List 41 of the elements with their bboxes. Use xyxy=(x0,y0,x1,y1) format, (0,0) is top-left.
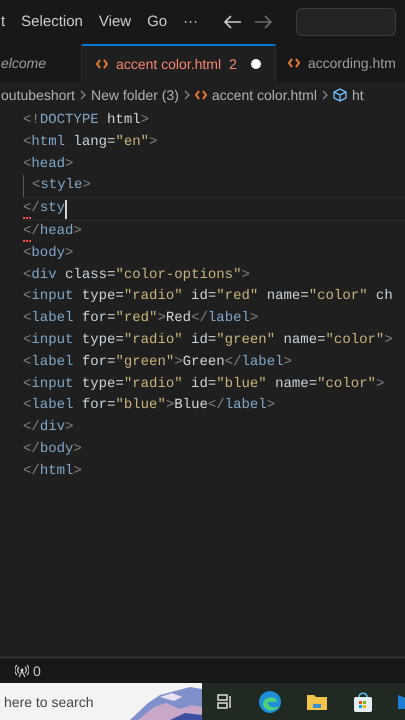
html-file-icon xyxy=(194,90,207,100)
breadcrumb-item[interactable]: New folder (3) xyxy=(90,84,179,106)
problem-count: 2 xyxy=(229,54,237,74)
store-icon[interactable] xyxy=(352,690,374,712)
breadcrumb-item[interactable]: ht xyxy=(352,84,364,106)
task-view-icon[interactable] xyxy=(216,692,234,710)
code-line: <label for="blue">Blue</label> xyxy=(23,396,276,416)
editor-tab[interactable]: accent color.html 2 xyxy=(82,44,276,82)
code-line: <input type="radio" id="green" name="color"> xyxy=(23,330,393,350)
code-line: </html> xyxy=(23,462,82,481)
code-line: <style> xyxy=(32,176,91,196)
broadcast-icon[interactable] xyxy=(15,664,29,678)
back-arrow-icon[interactable] xyxy=(224,15,242,29)
code-line: </body> xyxy=(23,440,82,459)
code-line: <head> xyxy=(23,154,74,174)
code-line: <div class="color-options"> xyxy=(23,266,250,285)
chevron-right-icon xyxy=(322,90,328,100)
menu-item[interactable]: ··· xyxy=(183,10,198,34)
code-line: </div> xyxy=(23,418,74,438)
chevron-right-icon xyxy=(80,90,86,100)
code-line: </sty xyxy=(23,199,66,218)
command-center-field[interactable] xyxy=(296,8,396,36)
menu-item[interactable]: t xyxy=(1,10,6,34)
menu-item[interactable]: Go xyxy=(147,10,168,34)
breadcrumb-item[interactable]: accent color.html xyxy=(212,84,317,106)
code-line: <input type="radio" id="blue" name="color"> xyxy=(23,374,384,394)
code-line: <input type="radio" id="red" name="color" ch xyxy=(23,287,393,306)
code-line: </head> xyxy=(23,222,82,241)
code-line: <!DOCTYPE html> xyxy=(23,111,150,130)
code-line: <label for="red">Red</label> xyxy=(23,309,258,328)
browser-icon[interactable] xyxy=(258,690,282,714)
cube-icon xyxy=(332,88,347,102)
code-line: <html lang="en"> xyxy=(23,132,158,152)
code-line: <body> xyxy=(23,244,74,263)
menu-item[interactable]: View xyxy=(98,10,132,34)
menu-item[interactable]: Selection xyxy=(21,10,83,34)
chevron-right-icon xyxy=(184,90,190,100)
breadcrumb-item[interactable]: outubeshort xyxy=(1,84,75,106)
editor-tab[interactable]: elcome xyxy=(0,44,82,82)
code-line: <label for="green">Green</label> xyxy=(23,352,292,372)
port-count[interactable]: 0 xyxy=(33,660,41,682)
